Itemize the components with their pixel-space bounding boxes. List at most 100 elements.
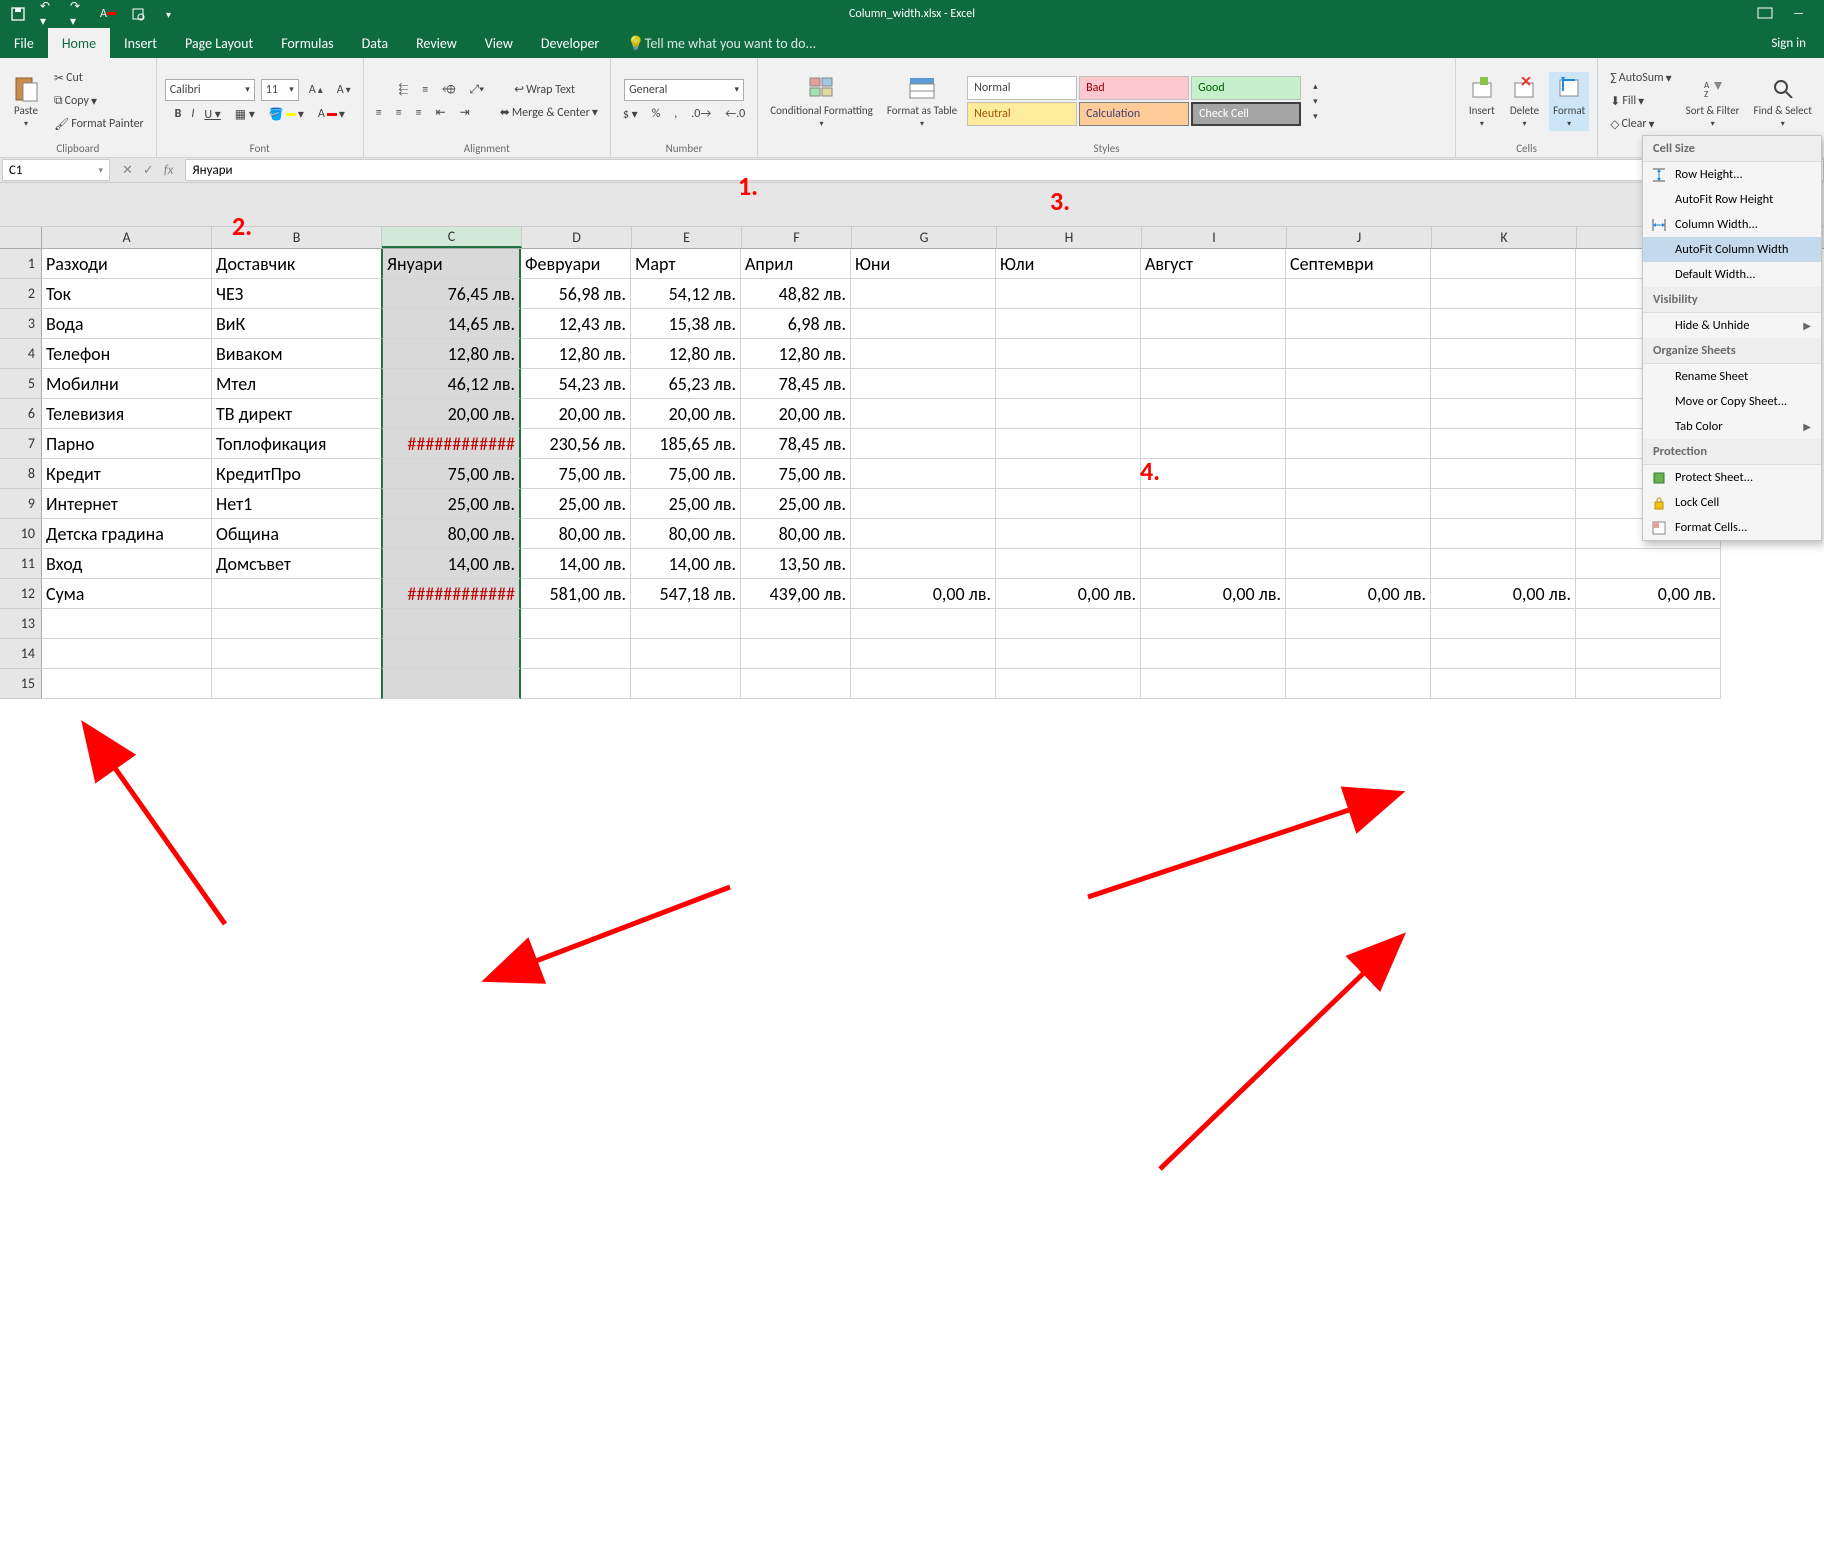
clear-button[interactable]: ◇ Clear ▾ [1606, 115, 1675, 134]
cell[interactable] [1286, 519, 1431, 549]
wrap-text-button[interactable]: ↩ Wrap Text [510, 80, 579, 99]
cell[interactable] [1286, 639, 1431, 669]
redo-icon[interactable]: ↷ ▾ [70, 6, 86, 22]
comma-icon[interactable]: , [670, 105, 681, 123]
cell[interactable]: Август [1141, 249, 1286, 279]
column-header-A[interactable]: A [42, 227, 212, 248]
format-as-table-button[interactable]: Format as Table▾ [883, 72, 961, 131]
cell[interactable]: Януари [381, 249, 521, 279]
enter-formula-icon[interactable]: ✓ [143, 163, 154, 178]
cell[interactable] [631, 609, 741, 639]
cell[interactable] [1141, 489, 1286, 519]
styles-scroll-up-icon[interactable]: ▴ [1309, 79, 1322, 94]
cell[interactable] [1286, 429, 1431, 459]
sort-filter-button[interactable]: AZSort & Filter▾ [1682, 72, 1744, 131]
cell[interactable]: Септември [1286, 249, 1431, 279]
cell[interactable] [42, 609, 212, 639]
cell[interactable] [851, 309, 996, 339]
cell[interactable]: Юли [996, 249, 1141, 279]
increase-decimal-icon[interactable]: .0→ [687, 105, 715, 123]
cell[interactable] [212, 579, 382, 609]
qat-customize-icon[interactable]: ▾ [166, 8, 171, 21]
format-painter-button[interactable]: 🖌 Format Painter [50, 115, 148, 134]
cell[interactable] [1286, 369, 1431, 399]
menu-tab-color[interactable]: Tab Color▶ [1643, 414, 1821, 439]
style-normal[interactable]: Normal [967, 76, 1077, 100]
cell[interactable]: 6,98 лв. [741, 309, 851, 339]
cell[interactable] [1141, 609, 1286, 639]
cell[interactable]: 0,00 лв. [1576, 579, 1721, 609]
cell[interactable]: 12,80 лв. [741, 339, 851, 369]
conditional-formatting-button[interactable]: Conditional Formatting▾ [766, 72, 877, 131]
cell[interactable] [996, 459, 1141, 489]
cell[interactable] [381, 669, 521, 699]
align-middle-icon[interactable]: ≡ [418, 81, 432, 99]
percent-icon[interactable]: % [648, 105, 665, 123]
cell[interactable] [1431, 609, 1576, 639]
cell[interactable]: 65,23 лв. [631, 369, 741, 399]
column-header-G[interactable]: G [852, 227, 997, 248]
cell[interactable] [1431, 639, 1576, 669]
cell[interactable] [851, 519, 996, 549]
menu-column-width[interactable]: Column Width... [1643, 212, 1821, 237]
cell[interactable]: 20,00 лв. [631, 399, 741, 429]
tab-view[interactable]: View [471, 28, 527, 58]
cell[interactable]: Нет1 [212, 489, 382, 519]
decrease-font-icon[interactable]: A▾ [333, 81, 355, 99]
tab-insert[interactable]: Insert [110, 28, 171, 58]
cell[interactable]: 15,38 лв. [631, 309, 741, 339]
cell[interactable] [851, 369, 996, 399]
cell[interactable]: Интернет [42, 489, 212, 519]
cell[interactable]: Телефон [42, 339, 212, 369]
cell[interactable] [42, 669, 212, 699]
ribbon-display-icon[interactable] [1757, 7, 1773, 21]
undo-icon[interactable]: ↶ ▾ [40, 6, 56, 22]
cell[interactable] [851, 339, 996, 369]
menu-format-cells[interactable]: Format Cells... [1643, 515, 1821, 540]
cell[interactable]: 46,12 лв. [381, 369, 521, 399]
row-header[interactable]: 14 [0, 639, 42, 669]
cell[interactable]: 78,45 лв. [741, 369, 851, 399]
menu-hide-unhide[interactable]: Hide & Unhide▶ [1643, 313, 1821, 338]
style-neutral[interactable]: Neutral [967, 102, 1077, 126]
cell[interactable] [631, 639, 741, 669]
cell[interactable] [1286, 609, 1431, 639]
cell[interactable] [1431, 249, 1576, 279]
cell[interactable] [1431, 279, 1576, 309]
print-preview-icon[interactable] [130, 6, 146, 22]
italic-button[interactable]: I [191, 107, 194, 121]
cell[interactable]: 581,00 лв. [521, 579, 631, 609]
cell[interactable]: Ток [42, 279, 212, 309]
cell[interactable] [521, 639, 631, 669]
cell[interactable] [1286, 459, 1431, 489]
cell[interactable] [996, 639, 1141, 669]
cell[interactable] [1141, 429, 1286, 459]
cell[interactable] [212, 669, 382, 699]
cell[interactable] [996, 429, 1141, 459]
cell[interactable] [1431, 369, 1576, 399]
menu-default-width[interactable]: Default Width... [1643, 262, 1821, 287]
cell[interactable]: КредитПро [212, 459, 382, 489]
row-header[interactable]: 10 [0, 519, 42, 549]
cell[interactable]: 12,80 лв. [521, 339, 631, 369]
cell[interactable]: 78,45 лв. [741, 429, 851, 459]
column-header-H[interactable]: H [997, 227, 1142, 248]
borders-icon[interactable]: ▦ ▾ [231, 105, 259, 124]
cell[interactable]: 547,18 лв. [631, 579, 741, 609]
cell[interactable] [1431, 309, 1576, 339]
cell[interactable]: 76,45 лв. [381, 279, 521, 309]
cell[interactable] [521, 609, 631, 639]
bold-button[interactable]: B [171, 105, 186, 123]
accounting-format-icon[interactable]: $ ▾ [619, 105, 642, 124]
menu-move-copy-sheet[interactable]: Move or Copy Sheet... [1643, 389, 1821, 414]
row-header[interactable]: 11 [0, 549, 42, 579]
cell[interactable]: Виваком [212, 339, 382, 369]
cell[interactable] [1576, 549, 1721, 579]
cell[interactable]: 75,00 лв. [741, 459, 851, 489]
cell[interactable]: 25,00 лв. [381, 489, 521, 519]
cell[interactable]: 230,56 лв. [521, 429, 631, 459]
cell[interactable]: 80,00 лв. [381, 519, 521, 549]
row-header[interactable]: 9 [0, 489, 42, 519]
cell[interactable] [381, 609, 521, 639]
increase-indent-icon[interactable]: ⇥ [456, 103, 474, 122]
